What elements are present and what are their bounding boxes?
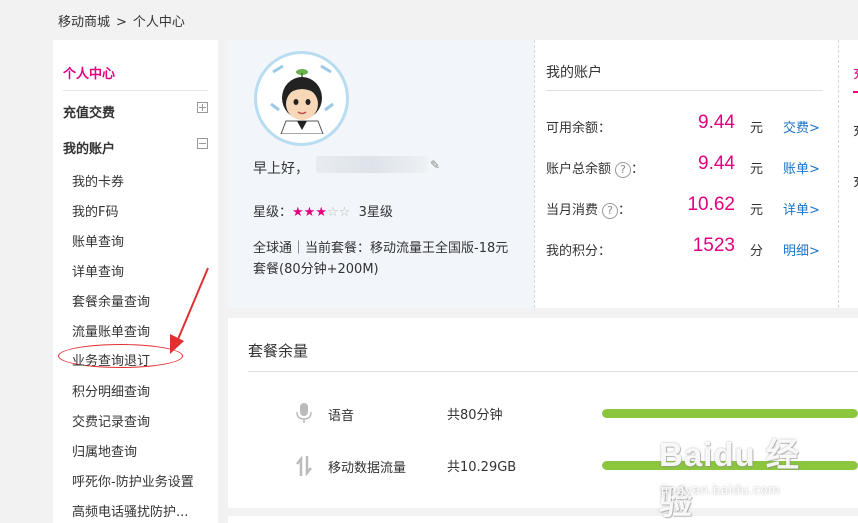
star-level-text: 3星级	[358, 205, 393, 220]
breadcrumb-current: 个人中心	[132, 15, 185, 30]
points-unit: 分	[750, 244, 764, 259]
package-data-progress	[602, 461, 858, 470]
profile-card: 早上好， ✎ 星级：★★★☆☆ 3星级 全球通｜当前套餐：移动流量王全国版-18…	[228, 40, 534, 308]
detail-link[interactable]: 详单>	[783, 199, 820, 218]
microphone-icon	[296, 403, 312, 423]
bill-link[interactable]: 账单>	[783, 158, 820, 177]
package-data-name: 移动数据流量	[328, 461, 407, 476]
package-voice-progress	[602, 409, 858, 418]
sidebar-item-fcode[interactable]: 我的F码	[72, 201, 118, 220]
points-label: 我的积分：	[546, 244, 612, 259]
sidebar-group-recharge[interactable]: 充值交费	[63, 102, 115, 121]
right-panel-tab[interactable]: 充	[853, 63, 858, 82]
username-blurred	[316, 156, 428, 173]
total-balance-label: 账户总余额?：	[546, 161, 645, 178]
right-panel-row: 充	[853, 171, 858, 190]
package-voice-progress-fill	[602, 409, 858, 418]
available-balance-value: 9.44	[698, 112, 735, 133]
available-balance-label: 可用余额：	[546, 121, 612, 136]
package-voice-name: 语音	[328, 409, 355, 424]
package-divider	[248, 371, 858, 372]
points-detail-link[interactable]: 明细>	[783, 240, 820, 259]
sidebar-item-payment-records[interactable]: 交费记录查询	[72, 411, 150, 430]
sidebar-item-points-detail[interactable]: 积分明细查询	[72, 381, 150, 400]
avatar-cartoon-icon	[270, 64, 334, 134]
sidebar-item-service-unsubscribe[interactable]: 业务查询退订	[72, 350, 150, 369]
help-question-icon[interactable]: ?	[602, 202, 619, 219]
collapse-minus-icon[interactable]	[197, 138, 208, 149]
breadcrumb-separator: >	[116, 15, 127, 30]
star-rating: 星级：★★★☆☆ 3星级	[253, 201, 393, 220]
account-row-available-balance: 可用余额： 9.44 元 交费>	[546, 112, 831, 138]
sidebar: 个人中心 充值交费 我的账户 我的卡券 我的F码 账单查询 详单查询 套餐余量查…	[53, 40, 218, 523]
total-balance-unit: 元	[750, 162, 764, 177]
sidebar-title[interactable]: 个人中心	[63, 63, 115, 82]
account-row-total-balance: 账户总余额?： 9.44 元 账单>	[546, 153, 831, 179]
available-balance-unit: 元	[750, 121, 764, 136]
total-balance-value: 9.44	[698, 153, 735, 174]
sidebar-item-bill-query[interactable]: 账单查询	[72, 231, 124, 250]
sidebar-item-detail-query[interactable]: 详单查询	[72, 261, 124, 280]
sidebar-divider	[63, 90, 208, 91]
account-card: 我的账户 可用余额： 9.44 元 交费> 账户总余额?： 9.44 元 账单>…	[534, 40, 838, 308]
points-value: 1523	[692, 235, 735, 256]
star-label: 星级：	[253, 205, 293, 220]
expand-plus-icon[interactable]	[197, 102, 208, 113]
right-panel-partial: 充 充 充	[838, 40, 858, 308]
recharge-link[interactable]: 交费>	[783, 117, 820, 136]
sidebar-item-data-bill[interactable]: 流量账单查询	[72, 321, 150, 340]
account-row-monthly-spend: 当月消费?： 10.62 元 详单>	[546, 194, 831, 220]
sidebar-item-call-protection[interactable]: 呼死你-防护业务设置	[72, 471, 194, 490]
monthly-spend-label: 当月消费?：	[546, 202, 632, 219]
package-voice-total: 共80分钟	[447, 408, 503, 423]
current-plan-text: 全球通｜当前套餐：移动流量王全国版-18元套餐(80分钟+200M)	[253, 241, 509, 277]
sidebar-group-account[interactable]: 我的账户	[63, 138, 115, 157]
data-transfer-icon	[296, 456, 312, 476]
breadcrumb-root[interactable]: 移动商城	[58, 15, 110, 30]
right-panel-row: 充	[853, 120, 858, 139]
account-title: 我的账户	[546, 65, 602, 81]
account-divider	[546, 90, 823, 91]
star-empty-icon: ☆☆	[326, 205, 351, 220]
avatar[interactable]	[254, 51, 349, 146]
package-data-progress-fill	[602, 461, 858, 470]
monthly-spend-value: 10.62	[687, 194, 735, 215]
sidebar-item-location-query[interactable]: 归属地查询	[72, 441, 137, 460]
greeting-text: 早上好，	[253, 161, 309, 177]
account-row-points: 我的积分： 1523 分 明细>	[546, 235, 831, 261]
edit-pencil-icon[interactable]: ✎	[430, 158, 440, 172]
breadcrumb: 移动商城 > 个人中心	[58, 11, 191, 30]
sidebar-item-harassment-protection[interactable]: 高频电话骚扰防护...	[72, 501, 188, 520]
package-title: 套餐余量	[248, 342, 309, 360]
next-card-edge	[228, 516, 858, 523]
sidebar-item-coupons[interactable]: 我的卡券	[72, 171, 124, 190]
help-question-icon[interactable]: ?	[615, 161, 632, 178]
monthly-spend-unit: 元	[750, 203, 764, 218]
sidebar-item-package-balance[interactable]: 套餐余量查询	[72, 291, 150, 310]
star-filled-icon: ★★★	[292, 205, 327, 220]
package-balance-card: 套餐余量 语音 共80分钟 移动数据流量 共10.29GB	[228, 318, 858, 508]
right-panel-tab-underline	[853, 91, 858, 93]
package-data-total: 共10.29GB	[447, 460, 517, 475]
